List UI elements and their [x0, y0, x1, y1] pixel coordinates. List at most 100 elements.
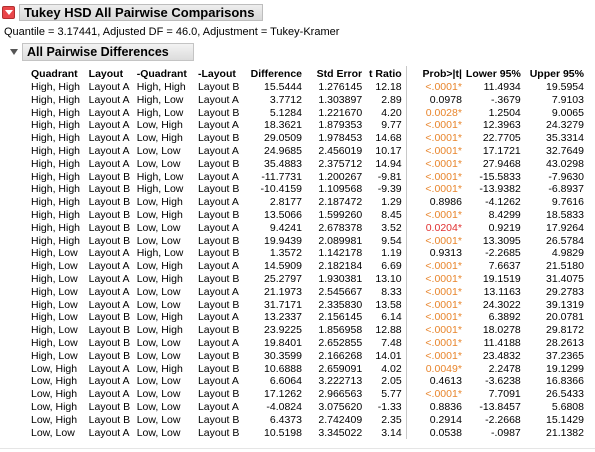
col-header[interactable]: Prob>|t|	[405, 66, 466, 81]
cell-difference: 19.9439	[264, 234, 302, 247]
cell-lower-95: 11.4188	[483, 336, 521, 349]
cell-layout: Layout A	[88, 157, 130, 170]
table-row[interactable]: High, High Layout A High, Low Layout B 5.128…	[30, 106, 588, 120]
cell-upper-95: 9.7616	[551, 196, 584, 209]
cell-quadrant: High, High	[31, 119, 81, 132]
table-row[interactable]: High, High Layout A High, High Layout B 15.5…	[30, 81, 588, 94]
cell-layout: Layout B	[88, 170, 131, 183]
table-row[interactable]: High, Low Layout B Low, High Layout A 13.233…	[30, 311, 588, 325]
table-row[interactable]: Low, High Layout A Low, Low Layout B 17.1262…	[30, 388, 588, 401]
table-row[interactable]: High, Low Layout B Low, High Layout B 23.922…	[30, 324, 588, 337]
cell-neg-quadrant: Low, High	[136, 324, 183, 337]
cell-difference: 17.1262	[264, 388, 302, 401]
cell-layout: Layout A	[88, 81, 130, 93]
table-row[interactable]: High, High Layout A Low, Low Layout A 24.968…	[30, 144, 588, 158]
cell-difference: -4.0824	[266, 400, 302, 413]
cell-difference: 2.8177	[269, 196, 302, 209]
table-row[interactable]: High, Low Layout A High, Low Layout B 1.3572…	[30, 247, 588, 261]
col-header[interactable]: Quadrant	[30, 66, 88, 81]
table-row[interactable]: Low, Low Layout A Low, Low Layout B 10.5198 3…	[30, 426, 588, 440]
section-title[interactable]: All Pairwise Differences	[22, 43, 194, 61]
col-header[interactable]: Layout	[88, 66, 136, 81]
cell-difference: 24.9685	[264, 144, 302, 157]
cell-quadrant: High, High	[31, 234, 81, 247]
table-row[interactable]: Low, High Layout B Low, Low Layout A -4.0824…	[30, 400, 588, 414]
table-row[interactable]: High, High Layout A High, Low Layout A 3.771…	[30, 93, 588, 107]
col-header[interactable]: Std Error	[306, 66, 366, 81]
col-header[interactable]: Upper 95%	[525, 66, 588, 81]
table-row[interactable]: High, High Layout B High, Low Layout A -11.7…	[30, 170, 588, 184]
red-triangle-menu-icon[interactable]	[2, 5, 15, 19]
col-header[interactable]: Difference	[247, 66, 306, 81]
table-row[interactable]: Low, High Layout B Low, Low Layout B 6.4373 2…	[30, 413, 588, 427]
cell-t-ratio: 8.33	[381, 285, 402, 298]
cell-lower-95: 8.4299	[488, 208, 521, 221]
cell-prob: 0.0204*	[405, 221, 466, 235]
col-header[interactable]: -Layout	[197, 66, 247, 81]
table-row[interactable]: High, High Layout A Low, High Layout B 29.05…	[30, 132, 588, 145]
cell-quadrant: High, Low	[31, 349, 78, 362]
cell-t-ratio: -1.33	[377, 400, 402, 413]
cell-upper-95: 19.1299	[546, 362, 584, 375]
cell-neg-quadrant: High, Low	[136, 106, 184, 119]
col-header[interactable]: t Ratio	[366, 66, 406, 81]
cell-upper-95: 29.8172	[546, 324, 584, 337]
table-row[interactable]: High, High Layout B Low, High Layout A 2.817…	[30, 196, 588, 209]
cell-neg-quadrant: Low, Low	[136, 144, 181, 157]
cell-t-ratio: 9.77	[381, 119, 402, 132]
table-row[interactable]: High, High Layout B High, Low Layout B -10.4…	[30, 183, 588, 197]
table-row[interactable]: High, High Layout A Low, Low Layout B 35.488…	[30, 157, 588, 171]
cell-prob: <.0001*	[405, 388, 466, 401]
cell-prob: 0.0049*	[405, 362, 466, 376]
cell-neg-layout: Layout B	[197, 349, 240, 362]
cell-quadrant: High, Low	[31, 260, 78, 273]
cell-t-ratio: 13.10	[375, 272, 402, 285]
cell-neg-quadrant: High, High	[136, 81, 186, 93]
cell-layout: Layout A	[88, 272, 130, 285]
cell-lower-95: 18.0278	[482, 324, 521, 337]
table-row[interactable]: High, Low Layout B Low, Low Layout B 30.3599…	[30, 349, 588, 363]
cell-layout: Layout A	[88, 298, 130, 311]
cell-neg-layout: Layout B	[197, 106, 240, 119]
table-row[interactable]: High, Low Layout A Low, Low Layout A 21.1973…	[30, 285, 588, 299]
cell-lower-95: 19.1519	[482, 272, 521, 285]
cell-difference: 1.3572	[269, 247, 302, 260]
table-row[interactable]: High, High Layout B Low, Low Layout A 9.4241…	[30, 221, 588, 235]
cell-difference: 35.4883	[264, 157, 302, 170]
cell-upper-95: 43.0298	[546, 157, 584, 170]
cell-neg-layout: Layout A	[197, 311, 239, 324]
cell-lower-95: -.3679	[491, 93, 521, 106]
cell-neg-quadrant: High, Low	[136, 93, 184, 106]
table-row[interactable]: High, Low Layout A Low, Low Layout B 31.7171…	[30, 298, 588, 312]
cell-t-ratio: 14.68	[375, 132, 402, 145]
cell-neg-layout: Layout A	[197, 93, 239, 106]
cell-neg-quadrant: Low, Low	[136, 336, 181, 349]
cell-layout: Layout A	[88, 247, 130, 260]
cell-difference: 30.3599	[264, 349, 302, 362]
table-row[interactable]: Low, High Layout A Low, Low Layout A 6.6064 3…	[30, 375, 588, 389]
cell-neg-layout: Layout A	[197, 196, 239, 209]
cell-upper-95: -6.8937	[548, 183, 584, 196]
cell-difference: 6.4373	[269, 413, 302, 426]
cell-quadrant: High, Low	[31, 285, 78, 298]
table-row[interactable]: High, High Layout B Low, High Layout B 13.50…	[30, 208, 588, 222]
cell-prob: <.0001*	[405, 272, 466, 286]
report-title[interactable]: Tukey HSD All Pairwise Comparisons	[19, 3, 264, 21]
cell-lower-95: 12.3963	[482, 119, 521, 132]
section-outline-header: All Pairwise Differences	[10, 43, 194, 61]
table-row[interactable]: High, Low Layout A Low, High Layout B 25.279…	[30, 272, 588, 286]
table-row[interactable]: High, High Layout B Low, Low Layout B 19.943…	[30, 234, 588, 248]
cell-neg-layout: Layout A	[197, 221, 239, 234]
col-header[interactable]: -Quadrant	[136, 66, 197, 81]
table-row[interactable]: High, High Layout A Low, High Layout A 18.36…	[30, 119, 588, 133]
cell-neg-layout: Layout B	[197, 388, 240, 401]
cell-upper-95: 32.7649	[546, 144, 584, 157]
cell-t-ratio: 4.02	[381, 362, 402, 375]
cell-neg-layout: Layout B	[197, 324, 240, 337]
table-row[interactable]: High, Low Layout B Low, Low Layout A 19.8401…	[30, 336, 588, 350]
col-header[interactable]: Lower 95%	[466, 66, 525, 81]
cell-quadrant: High, High	[31, 170, 81, 183]
collapse-caret-icon[interactable]	[10, 49, 18, 55]
table-row[interactable]: Low, High Layout A Low, High Layout B 10.688…	[30, 362, 588, 376]
table-row[interactable]: High, Low Layout A Low, High Layout A 14.590…	[30, 260, 588, 273]
